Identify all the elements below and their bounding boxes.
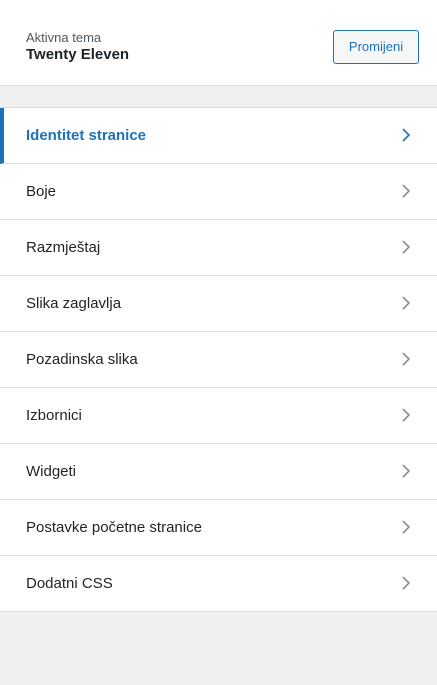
menu-item-label: Postavke početne stranice [26, 519, 202, 536]
chevron-right-icon [397, 126, 415, 144]
chevron-right-icon [397, 574, 415, 592]
menu-item-boje[interactable]: Boje [0, 164, 437, 220]
active-theme-name: Twenty Eleven [26, 46, 130, 63]
section-spacer [0, 86, 437, 107]
customizer-menu: Identitet stranice Boje Razmještaj Slika… [0, 107, 437, 612]
chevron-right-icon [397, 294, 415, 312]
menu-item-razmjestaj[interactable]: Razmještaj [0, 220, 437, 276]
menu-item-dodatni-css[interactable]: Dodatni CSS [0, 556, 437, 612]
active-theme-section: Aktivna tema Twenty Eleven Promijeni [0, 0, 437, 86]
chevron-right-icon [397, 406, 415, 424]
chevron-right-icon [397, 518, 415, 536]
menu-item-identitet-stranice[interactable]: Identitet stranice [0, 108, 437, 164]
menu-item-label: Pozadinska slika [26, 351, 138, 368]
menu-item-label: Widgeti [26, 463, 77, 480]
menu-item-label: Identitet stranice [26, 127, 147, 144]
menu-item-slika-zaglavlja[interactable]: Slika zaglavlja [0, 276, 437, 332]
active-theme-caption: Aktivna tema [26, 30, 102, 45]
menu-item-izbornici[interactable]: Izbornici [0, 388, 437, 444]
customizer-panel: Aktivna tema Twenty Eleven Promijeni Ide… [0, 0, 437, 685]
menu-item-widgeti[interactable]: Widgeti [0, 444, 437, 500]
change-theme-button[interactable]: Promijeni [333, 30, 419, 64]
menu-item-label: Razmještaj [26, 239, 101, 256]
chevron-right-icon [397, 238, 415, 256]
menu-item-label: Slika zaglavlja [26, 295, 122, 312]
chevron-right-icon [397, 462, 415, 480]
chevron-right-icon [397, 182, 415, 200]
menu-item-label: Boje [26, 183, 57, 200]
menu-item-pozadinska-slika[interactable]: Pozadinska slika [0, 332, 437, 388]
menu-item-postavke-pocetne-stranice[interactable]: Postavke početne stranice [0, 500, 437, 556]
menu-item-label: Dodatni CSS [26, 575, 113, 592]
chevron-right-icon [397, 350, 415, 368]
menu-item-label: Izbornici [26, 407, 82, 424]
